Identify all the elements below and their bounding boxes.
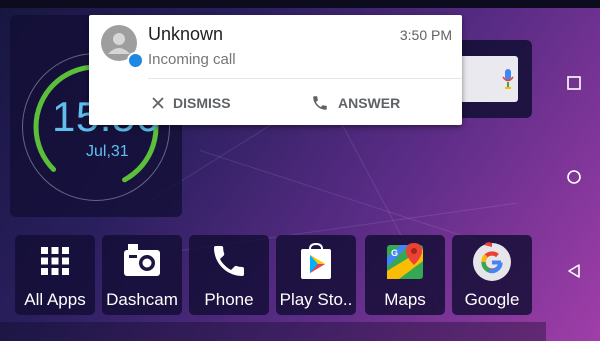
back-icon[interactable] (564, 261, 584, 281)
caller-name: Unknown (148, 24, 224, 44)
phone-badge-icon (127, 52, 144, 69)
bottom-bar (0, 322, 546, 341)
clock-date: Jul,31 (86, 143, 129, 160)
app-tile-phone[interactable]: Phone (189, 235, 269, 315)
app-label: Play Sto.. (279, 290, 353, 309)
app-label: Maps (384, 290, 426, 309)
home-icon[interactable] (564, 167, 584, 187)
status-bar (0, 0, 600, 8)
maps-icon: G (387, 243, 423, 279)
app-tile-all-apps[interactable]: All Apps (15, 235, 95, 315)
grid-icon (41, 247, 69, 275)
svg-text:G: G (391, 248, 398, 258)
app-label: All Apps (24, 290, 86, 309)
phone-icon (214, 246, 244, 276)
navigation-bar (546, 0, 600, 341)
notification-time: 3:50 PM (399, 27, 452, 43)
mic-icon[interactable] (502, 68, 514, 90)
app-tile-play-store[interactable]: Play Sto.. (276, 235, 356, 315)
dashcam-icon (124, 244, 160, 276)
answer-label: ANSWER (338, 95, 401, 111)
recents-icon[interactable] (564, 73, 584, 93)
call-status: Incoming call (148, 51, 236, 68)
answer-button[interactable]: ANSWER (311, 92, 400, 114)
app-label: Dashcam (106, 290, 178, 309)
app-tile-maps[interactable]: G Maps (365, 235, 445, 315)
phone-icon (313, 96, 327, 110)
divider (148, 78, 462, 79)
incoming-call-notification[interactable]: Unknown Incoming call 3:50 PM DISMISS AN… (89, 15, 462, 125)
app-label: Phone (204, 290, 254, 309)
google-icon (473, 242, 511, 281)
app-tile-google[interactable]: Google (452, 235, 532, 315)
play-store-icon (301, 242, 331, 279)
dismiss-button[interactable]: DISMISS (152, 92, 231, 114)
app-label: Google (464, 290, 520, 309)
close-icon (152, 97, 164, 109)
dismiss-label: DISMISS (173, 95, 231, 111)
app-tile-dashcam[interactable]: Dashcam (102, 235, 182, 315)
